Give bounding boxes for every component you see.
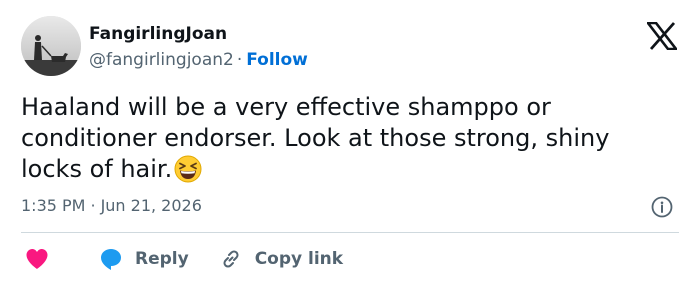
tweet-text: Haaland will be a very effective shamppo…: [21, 92, 671, 185]
avatar-image: [21, 16, 81, 76]
handle-separator: ·: [236, 50, 243, 70]
x-logo-icon[interactable]: [645, 21, 679, 51]
info-icon[interactable]: [651, 196, 673, 218]
grinning-squinting-face-emoji-icon: [174, 155, 202, 183]
action-bar: Reply Copy link: [21, 244, 343, 274]
link-icon: [223, 250, 239, 268]
divider: [21, 232, 679, 233]
like-button[interactable]: [25, 248, 49, 270]
tweet-timestamp[interactable]: 1:35 PM · Jun 21, 2026: [21, 196, 202, 216]
tweet-line: Haaland will be a very effective shamppo…: [21, 93, 551, 121]
avatar[interactable]: [21, 16, 81, 76]
reply-button[interactable]: Reply: [99, 247, 189, 271]
reply-bubble-icon: [101, 249, 121, 270]
author-handle-row: @fangirlingjoan2 · Follow: [89, 49, 308, 71]
tweet-time: 1:35 PM: [21, 196, 86, 215]
copy-link-label: Copy link: [254, 249, 344, 269]
follow-button[interactable]: Follow: [246, 50, 308, 70]
reply-label: Reply: [135, 249, 189, 269]
copy-link-button[interactable]: Copy link: [219, 247, 343, 271]
tweet-line: conditioner endorser. Look at those stro…: [21, 124, 610, 152]
heart-icon: [26, 249, 48, 269]
tweet-line: locks of hair.: [21, 155, 173, 183]
timestamp-separator: ·: [90, 196, 96, 215]
author-display-name[interactable]: FangirlingJoan: [89, 23, 227, 45]
tweet-line-last: locks of hair.: [21, 154, 671, 185]
tweet-date: Jun 21, 2026: [100, 196, 202, 215]
author-handle[interactable]: @fangirlingjoan2: [89, 50, 234, 70]
